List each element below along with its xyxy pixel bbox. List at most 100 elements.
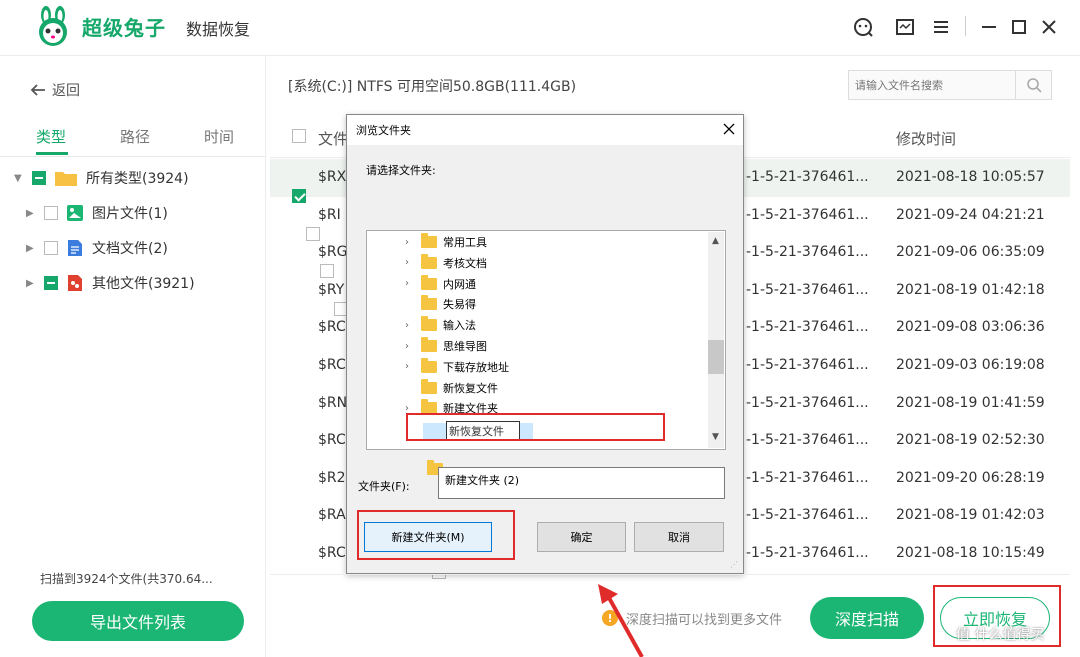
folder-tree-item[interactable]: › 常用工具 (405, 232, 487, 252)
file-name: $RC (318, 319, 346, 336)
scan-summary: 扫描到3924个文件(共370.64... (40, 572, 213, 586)
checkbox[interactable] (32, 171, 46, 185)
file-modified-time: 2021-08-19 01:42:18 (896, 281, 1045, 298)
file-name: $RC (318, 545, 346, 561)
file-modified-time: 2021-09-20 06:28:19 (896, 469, 1045, 486)
collapse-triangle-icon[interactable]: ▼ (14, 173, 24, 184)
tree-item-label: 图片文件(1) (92, 206, 168, 222)
expand-triangle-icon[interactable]: ▶ (26, 208, 36, 219)
tab-divider (0, 156, 266, 157)
folder-icon (421, 233, 437, 248)
tree-item-label: 所有类型(3924) (86, 171, 189, 187)
active-tab-indicator (36, 152, 68, 155)
search-box (848, 70, 1052, 100)
tree-item-images[interactable]: ▶ 图片文件(1) (26, 202, 168, 224)
other-file-icon (66, 274, 84, 292)
scroll-up-icon[interactable]: ▲ (712, 236, 719, 246)
folder-icon (421, 295, 437, 311)
folder-name-field[interactable]: 新建文件夹 (2) (438, 467, 725, 499)
file-modified-time: 2021-08-19 01:41:59 (896, 394, 1045, 411)
folder-label: 输入法 (443, 319, 476, 333)
scroll-down-icon[interactable]: ▼ (712, 432, 719, 442)
folder-icon (421, 316, 437, 332)
chevron-right-icon[interactable]: › (405, 257, 415, 268)
folder-label: 下载存放地址 (443, 360, 509, 374)
dialog-prompt: 请选择文件夹: (366, 164, 436, 177)
app-subtitle: 数据恢复 (186, 20, 251, 39)
deep-scan-button[interactable]: 深度扫描 (810, 597, 924, 639)
checkbox[interactable] (44, 206, 58, 220)
folder-tree-item[interactable]: 新恢复文件 (405, 378, 498, 398)
folder-label: 思维导图 (443, 340, 487, 353)
cancel-button[interactable]: 取消 (634, 522, 724, 552)
folder-tree-item[interactable]: › 下载存放地址 (405, 357, 509, 377)
skin-icon[interactable] (892, 14, 918, 40)
chevron-right-icon[interactable]: › (405, 278, 415, 289)
minimize-icon[interactable] (976, 14, 1002, 40)
checkbox[interactable] (44, 241, 58, 255)
file-path: -1-5-21-376461... (746, 432, 869, 449)
folder-icon (421, 337, 437, 352)
checkbox[interactable] (44, 276, 58, 290)
column-header-name[interactable]: 文件 (318, 128, 348, 149)
file-name: $RA (318, 507, 346, 524)
dialog-close-icon[interactable] (718, 118, 740, 140)
menu-icon[interactable] (928, 14, 954, 40)
tree-item-documents[interactable]: ▶ 文档文件(2) (26, 237, 168, 259)
folder-tree-item[interactable]: 失易得 (405, 294, 476, 314)
tab-type[interactable]: 类型 (36, 126, 66, 147)
folder-label: 失易得 (443, 298, 476, 312)
folder-tree-item[interactable]: › 输入法 (405, 315, 476, 335)
file-modified-time: 2021-09-08 03:06:36 (896, 319, 1045, 336)
select-all-checkbox[interactable] (292, 129, 306, 143)
chevron-right-icon[interactable]: › (405, 341, 415, 352)
feedback-icon[interactable] (850, 14, 876, 40)
file-name: $RG (318, 244, 348, 261)
image-file-icon (66, 204, 84, 222)
file-path: -1-5-21-376461... (746, 169, 869, 185)
file-name: $RY (318, 281, 345, 298)
titlebar-divider (965, 16, 966, 36)
resize-grip-icon[interactable]: ⋰ (730, 560, 742, 572)
watermark: 值 什么值得买 (956, 627, 1045, 643)
folder-icon (421, 253, 437, 269)
maximize-icon[interactable] (1006, 14, 1032, 40)
back-button[interactable]: 返回 (30, 80, 80, 100)
chevron-right-icon[interactable]: › (405, 237, 415, 248)
file-name: $RC (318, 432, 346, 449)
file-name: $RC (318, 357, 346, 373)
app-name: 超级兔子 (82, 16, 166, 40)
expand-triangle-icon[interactable]: ▶ (26, 278, 36, 289)
folder-icon (421, 274, 437, 290)
file-path: -1-5-21-376461... (746, 281, 869, 298)
file-path: -1-5-21-376461... (746, 319, 869, 336)
folder-label: 内网通 (443, 277, 476, 291)
chevron-right-icon[interactable]: › (405, 320, 415, 331)
folder-icon (421, 378, 437, 394)
tab-time[interactable]: 时间 (204, 126, 234, 147)
tree-item-all-types[interactable]: ▼ 所有类型(3924) (14, 167, 189, 189)
red-arrow-annotation (590, 580, 660, 657)
folder-tree-item[interactable]: › 思维导图 (405, 336, 487, 356)
expand-triangle-icon[interactable]: ▶ (26, 243, 36, 254)
export-list-button[interactable]: 导出文件列表 (32, 601, 244, 641)
file-name: $RX (318, 169, 347, 185)
tree-item-other[interactable]: ▶ 其他文件(3921) (26, 272, 195, 294)
folder-label: 新恢复文件 (443, 381, 498, 395)
folder-tree-item[interactable]: › 考核文档 (405, 253, 487, 273)
bottom-divider (270, 574, 1070, 575)
search-icon[interactable] (1015, 71, 1051, 99)
ok-button[interactable]: 确定 (537, 522, 626, 552)
scrollbar-thumb[interactable] (708, 340, 724, 374)
folder-field-label: 文件夹(F): (358, 480, 410, 493)
chevron-right-icon[interactable]: › (405, 361, 415, 372)
folder-tree-item[interactable]: › 内网通 (405, 274, 476, 294)
file-modified-time: 2021-09-24 04:21:21 (896, 206, 1045, 223)
column-header-modified[interactable]: 修改时间 (896, 128, 956, 149)
close-icon[interactable] (1036, 14, 1062, 40)
tab-path[interactable]: 路径 (120, 126, 150, 147)
search-input[interactable] (849, 71, 1015, 99)
folder-icon (54, 169, 78, 187)
file-modified-time: 2021-08-19 02:52:30 (896, 432, 1045, 449)
file-modified-time: 2021-08-18 10:15:49 (896, 545, 1045, 561)
